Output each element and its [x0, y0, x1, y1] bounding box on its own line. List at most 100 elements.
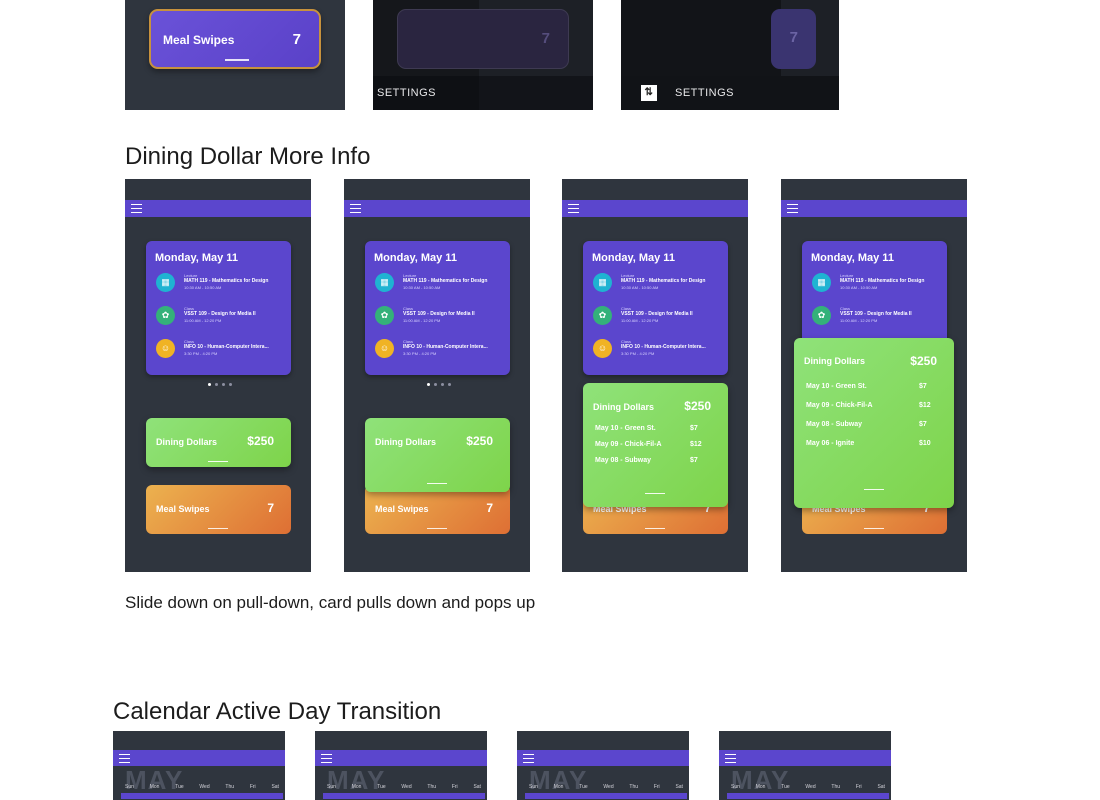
calendar-month: MAY	[529, 765, 588, 795]
event-title: INFO 10 - Human-Computer Intera...	[184, 344, 269, 350]
palette-icon: ✿	[812, 306, 831, 325]
event-time: 11:00 AM - 12:20 PM	[840, 318, 878, 323]
schedule-event[interactable]: ▦ Lecture MATH 119 - Mathematics for Des…	[592, 273, 719, 306]
dining-dollars-card[interactable]: Dining Dollars $250	[365, 418, 510, 492]
people-icon: ☺	[593, 339, 612, 358]
section-title-dining: Dining Dollar More Info	[125, 143, 371, 170]
schedule-event[interactable]: ✿ Class VSST 109 - Design for Media II 1…	[592, 306, 719, 339]
weekday-label: Sat	[877, 784, 885, 790]
phone-frame-3: Monday, May 11 ▦ Lecture MATH 119 - Math…	[562, 179, 748, 572]
menu-icon[interactable]	[787, 204, 798, 213]
schedule-event[interactable]: ▦ Lecture MATH 119 - Mathematics for Des…	[155, 273, 282, 306]
menu-icon[interactable]	[321, 754, 332, 763]
dining-dollars-card[interactable]: Dining Dollars $250	[146, 418, 291, 467]
schedule-event[interactable]: ▦ Lecture MATH 119 - Mathematics for Des…	[811, 273, 938, 306]
transaction-label: May 08 - Subway	[806, 421, 863, 428]
menu-icon[interactable]	[119, 754, 130, 763]
app-bar	[719, 750, 891, 766]
meal-swipes-card[interactable]: Meal Swipes 7	[365, 485, 510, 534]
event-title: VSST 109 - Design for Media II	[621, 311, 693, 317]
app-bar	[781, 200, 967, 217]
schedule-card[interactable]: Monday, May 11 ▦ Lecture MATH 119 - Math…	[583, 241, 728, 375]
transaction-amount: $7	[919, 383, 927, 390]
schedule-date: Monday, May 11	[811, 252, 894, 264]
event-time: 11:00 AM - 12:20 PM	[621, 318, 659, 323]
transaction-amount: $7	[690, 457, 698, 464]
dining-dollars-amount: $250	[910, 354, 937, 368]
schedule-event[interactable]: ✿ Class VSST 109 - Design for Media II 1…	[811, 306, 938, 339]
transaction-label: May 06 - Ignite	[806, 440, 855, 447]
drag-handle[interactable]	[225, 59, 249, 61]
calculator-icon: ▦	[375, 273, 394, 292]
weekday-label: Mon	[755, 784, 766, 790]
settings-label: SETTINGS	[377, 87, 437, 99]
weekday-label: Tue	[579, 784, 588, 790]
event-time: 11:00 AM - 12:20 PM	[184, 318, 222, 323]
weekday-label: Mon	[149, 784, 160, 790]
transaction-label: May 10 - Green St.	[806, 383, 867, 390]
calendar-week-row[interactable]	[121, 793, 283, 799]
event-title: VSST 109 - Design for Media II	[403, 311, 475, 317]
schedule-card[interactable]: Monday, May 11 ▦ Lecture MATH 119 - Math…	[146, 241, 291, 375]
schedule-event[interactable]: ☺ Class INFO 10 - Human-Computer Intera.…	[592, 339, 719, 372]
schedule-event[interactable]: ▦ Lecture MATH 119 - Mathematics for Des…	[374, 273, 501, 306]
drag-handle[interactable]	[208, 460, 228, 462]
weekday-label: Thu	[629, 784, 639, 790]
schedule-card[interactable]: Monday, May 11 ▦ Lecture MATH 119 - Math…	[365, 241, 510, 375]
settings-menu-item[interactable]: SETTINGS	[373, 76, 593, 110]
drag-handle[interactable]	[864, 488, 884, 490]
dining-dollars-card-expanded[interactable]: Dining Dollars $250 May 10 - Green St. $…	[794, 338, 954, 508]
dining-dollars-card-expanded[interactable]: Dining Dollars $250 May 10 - Green St. $…	[583, 383, 728, 507]
calendar-month: MAY	[731, 765, 790, 795]
drag-handle[interactable]	[645, 492, 665, 494]
meal-swipes-card[interactable]: Meal Swipes 7	[149, 9, 321, 69]
weekday-label: Sat	[675, 784, 683, 790]
event-title: MATH 119 - Mathematics for Design	[840, 278, 925, 284]
calendar-frame-1: MAY Sun Mon Tue Wed Thu Fri Sat	[113, 731, 285, 800]
menu-icon[interactable]	[131, 204, 142, 213]
weekday-label: Wed	[603, 784, 614, 790]
schedule-event[interactable]: ✿ Class VSST 109 - Design for Media II 1…	[374, 306, 501, 339]
calendar-week-row[interactable]	[727, 793, 889, 799]
meal-swipes-card-dimmed: 7	[397, 9, 569, 69]
dining-dollars-amount: $250	[466, 434, 493, 448]
weekday-label: Wed	[199, 784, 210, 790]
app-bar	[562, 200, 748, 217]
menu-icon[interactable]	[523, 754, 534, 763]
schedule-event[interactable]: ☺ Class INFO 10 - Human-Computer Intera.…	[374, 339, 501, 372]
dining-dollars-amount: $250	[684, 399, 711, 413]
calculator-icon: ▦	[593, 273, 612, 292]
weekday-label: Mon	[553, 784, 564, 790]
transaction-amount: $7	[690, 425, 698, 432]
meal-swipes-count: 7	[486, 501, 493, 515]
menu-icon[interactable]	[725, 754, 736, 763]
palette-icon: ✿	[156, 306, 175, 325]
calendar-week-row[interactable]	[525, 793, 687, 799]
weekday-label: Sun	[327, 784, 336, 790]
app-bar	[113, 750, 285, 766]
settings-menu-item[interactable]: ⇅ SETTINGS	[621, 76, 839, 110]
event-time: 10:30 AM - 10:50 AM	[621, 285, 659, 290]
meal-swipes-card[interactable]: Meal Swipes 7	[146, 485, 291, 534]
meal-swipes-label: Meal Swipes	[375, 504, 429, 514]
drag-handle	[864, 527, 884, 529]
page-indicator	[208, 383, 232, 386]
drag-handle[interactable]	[208, 527, 228, 529]
drag-handle[interactable]	[427, 482, 447, 484]
weekday-label: Sun	[529, 784, 538, 790]
drag-handle[interactable]	[427, 527, 447, 529]
menu-icon[interactable]	[350, 204, 361, 213]
people-icon: ☺	[375, 339, 394, 358]
transaction-amount: $7	[919, 421, 927, 428]
schedule-event[interactable]: ☺ Class INFO 10 - Human-Computer Intera.…	[155, 339, 282, 372]
weekday-label: Wed	[805, 784, 816, 790]
phone-frame-4: Monday, May 11 ▦ Lecture MATH 119 - Math…	[781, 179, 967, 572]
palette-icon: ✿	[375, 306, 394, 325]
settings-label: SETTINGS	[675, 87, 735, 99]
menu-icon[interactable]	[568, 204, 579, 213]
event-title: MATH 119 - Mathematics for Design	[184, 278, 269, 284]
schedule-event[interactable]: ✿ Class VSST 109 - Design for Media II 1…	[155, 306, 282, 339]
palette-icon: ✿	[593, 306, 612, 325]
weekday-label: Tue	[781, 784, 790, 790]
calendar-week-row[interactable]	[323, 793, 485, 799]
